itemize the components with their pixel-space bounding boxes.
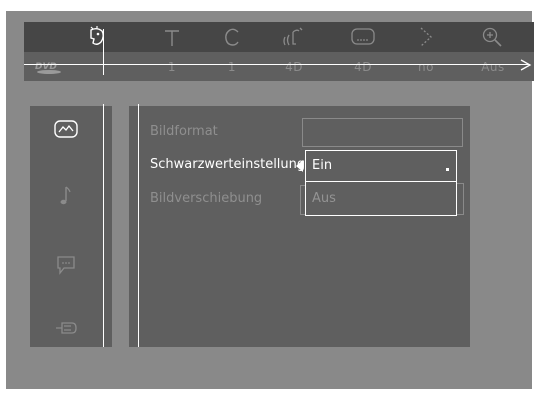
- side-menu: [30, 106, 112, 347]
- subtitle-value: 1: [167, 59, 177, 74]
- subtitle-icon[interactable]: [151, 22, 193, 52]
- language-icon[interactable]: [30, 254, 102, 276]
- angle-icon[interactable]: [405, 22, 447, 52]
- chapter-icon[interactable]: [211, 22, 253, 52]
- picture-settings-icon[interactable]: [76, 22, 118, 52]
- option-ein[interactable]: Ein: [312, 158, 332, 173]
- audio-language-value: 4D: [354, 59, 372, 74]
- top-value-bar: DVD 1 1 4D 4D no Aus: [24, 52, 534, 81]
- dropdown-indicator-icon: [446, 168, 449, 171]
- audio-language-icon[interactable]: [342, 22, 384, 52]
- top-icon-bar: [24, 22, 534, 52]
- menu-divider-line: [24, 64, 530, 65]
- side-menu-cursor-line: [103, 104, 104, 347]
- picture-icon[interactable]: [30, 118, 102, 140]
- chapter-value: 1: [227, 59, 237, 74]
- picture-format-label[interactable]: Bildformat: [150, 124, 218, 139]
- picture-shift-label[interactable]: Bildverschiebung: [150, 191, 262, 206]
- zoom-icon[interactable]: [472, 22, 514, 52]
- dvd-logo: DVD: [34, 59, 64, 79]
- black-level-dropdown[interactable]: Ein Aus: [305, 150, 457, 216]
- angle-value: no: [418, 59, 434, 74]
- option-aus[interactable]: Aus: [312, 191, 336, 206]
- scroll-right-arrow-icon: [520, 59, 532, 71]
- audio-value: 4D: [285, 59, 303, 74]
- selector-left-arrow-icon: [296, 160, 303, 172]
- sound-icon[interactable]: [30, 184, 102, 208]
- black-level-label[interactable]: Schwarzwerteinstellung: [150, 157, 305, 172]
- picture-format-value-box[interactable]: [302, 118, 463, 147]
- top-menu-cursor-line: [103, 29, 104, 75]
- audio-icon[interactable]: [273, 22, 315, 52]
- zoom-value: Aus: [481, 59, 505, 74]
- features-icon[interactable]: [30, 318, 102, 338]
- settings-cursor-line: [138, 104, 139, 347]
